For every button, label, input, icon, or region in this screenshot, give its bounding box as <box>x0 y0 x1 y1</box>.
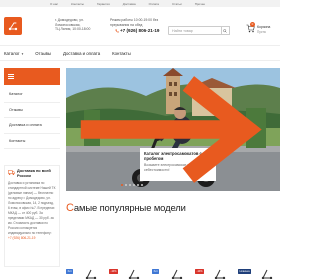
store-address: г. Домодедово, ул. Ломоносовская, ТЦ Лил… <box>55 18 110 32</box>
top-link[interactable]: Оплата <box>149 2 159 6</box>
hero-banner[interactable]: Каталог электросамокатов с пробегом Возь… <box>66 68 280 191</box>
delivery-title: Доставка по всей России <box>17 168 51 178</box>
site-header: г. Домодедово, ул. Ломоносовская, ТЦ Лил… <box>0 7 280 45</box>
nav-item-catalog[interactable]: Каталог ▾ <box>4 51 23 56</box>
scooter-thumbnail-icon <box>171 269 183 279</box>
chevron-down-icon: ▾ <box>20 51 24 56</box>
product-card[interactable]: Хит <box>66 265 102 280</box>
top-link[interactable]: Гарантия <box>97 2 110 6</box>
sidebar-menu: Каталог Отзывы Доставка и оплата Контакт… <box>4 87 60 149</box>
slider-dot[interactable] <box>121 184 123 186</box>
scooter-thumbnail-icon <box>261 269 273 279</box>
address-line: ТЦ Лилия, 10:00-18:00 <box>55 27 91 32</box>
product-badge: -10% <box>109 269 119 274</box>
product-badge: -10% <box>195 269 205 274</box>
main-nav: Каталог ▾ Отзывы Доставка и оплата Конта… <box>0 45 280 61</box>
scooter-thumbnail-icon <box>85 269 97 279</box>
hours-line: прерывания на обед <box>110 22 143 27</box>
delivery-phone-link[interactable]: +7 (926) 806-21-19 <box>8 236 35 240</box>
product-card[interactable]: Хит <box>152 265 188 280</box>
slider-dot[interactable] <box>133 184 135 186</box>
section-title: Самые популярные модели <box>66 202 186 214</box>
truck-icon <box>8 170 15 175</box>
scooter-thumbnail-icon <box>128 269 140 279</box>
search-input[interactable]: Найти товар <box>168 26 222 35</box>
scooter-logo-icon <box>8 22 18 31</box>
section-title-initial: С <box>66 202 74 214</box>
sidebar-item-contacts[interactable]: Контакты <box>4 134 60 149</box>
hours-line: Режим работы 10:00-19:00 без <box>110 18 159 22</box>
sidebar-item-reviews[interactable]: Отзывы <box>4 103 60 118</box>
product-thumbs: Хит -10% Хит -10% Новинка <box>66 265 280 280</box>
product-card[interactable]: Новинка <box>238 265 274 280</box>
cart-count-badge: 0 <box>250 22 255 27</box>
cart-label[interactable]: Корзина <box>257 25 270 29</box>
section-title-text: амые популярные модели <box>73 202 186 213</box>
slider-dot[interactable] <box>137 184 139 186</box>
top-link[interactable]: Статьи <box>172 2 182 6</box>
top-link[interactable]: Доставка <box>123 2 136 6</box>
address-line: г. Домодедово, ул. Ломоносовская, <box>55 18 84 27</box>
nav-label: Каталог <box>4 50 20 56</box>
delivery-info-block: Доставка по всей России Доставка и устан… <box>4 165 60 267</box>
search-icon <box>223 28 227 33</box>
hamburger-icon <box>8 74 14 79</box>
top-link[interactable]: Контакты <box>71 2 84 6</box>
product-badge: Новинка <box>238 269 252 274</box>
sidebar-menu-toggle[interactable] <box>4 68 60 85</box>
search-button[interactable] <box>221 26 230 35</box>
top-link[interactable]: О нас <box>50 2 58 6</box>
slider-dot[interactable] <box>129 184 131 186</box>
cart-status: Пуста <box>257 29 266 34</box>
slider-dot[interactable] <box>125 184 127 186</box>
product-card[interactable]: -10% <box>195 265 231 280</box>
working-hours: Режим работы 10:00-19:00 без прерывания … <box>110 18 160 27</box>
delivery-header: Доставка по всей России <box>8 168 56 178</box>
top-bar: О нас Контакты Гарантия Доставка Оплата … <box>0 0 280 7</box>
phone-icon <box>115 28 119 33</box>
product-badge: Хит <box>66 269 74 274</box>
nav-item-reviews[interactable]: Отзывы <box>35 51 51 56</box>
product-carousel: Хит -10% Хит -10% Новинка <box>66 220 280 280</box>
nav-item-contacts[interactable]: Контакты <box>112 51 131 56</box>
sidebar-item-catalog[interactable]: Каталог <box>4 87 60 103</box>
scooter-thumbnail-icon <box>214 269 226 279</box>
delivery-description: Доставка и установка по стандартной сист… <box>8 181 56 235</box>
arrow-right-icon[interactable] <box>66 68 280 191</box>
sidebar-item-delivery[interactable]: Доставка и оплата <box>4 118 60 134</box>
delivery-text: Доставка и установка по стандартной сист… <box>8 181 56 241</box>
slider-dots <box>121 184 143 186</box>
product-badge: Хит <box>152 269 160 274</box>
slider-dot[interactable] <box>141 184 143 186</box>
phone-number[interactable]: +7 (926) 806-21-19 <box>120 28 159 33</box>
nav-item-delivery[interactable]: Доставка и оплата <box>63 51 100 56</box>
top-link[interactable]: Прочее <box>195 2 205 6</box>
product-card[interactable]: -10% <box>109 265 145 280</box>
site-logo[interactable] <box>4 17 22 35</box>
